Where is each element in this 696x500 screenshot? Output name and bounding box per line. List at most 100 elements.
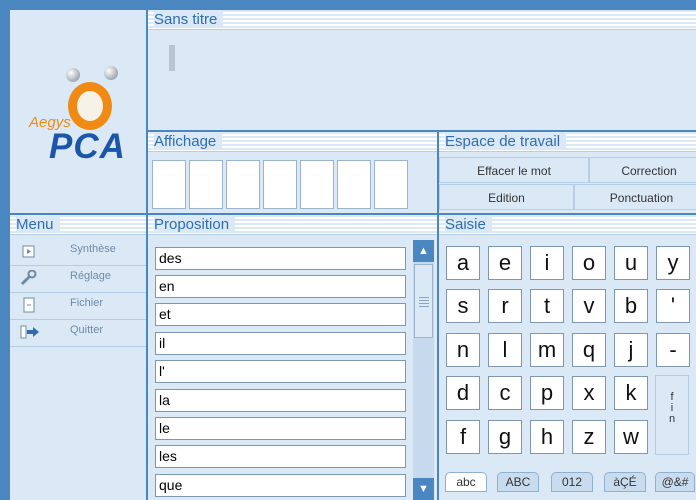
saisie-panel: Saisie a e i o u y s r t v b ' n l m q j… xyxy=(439,215,696,500)
scroll-grip-line xyxy=(419,297,429,298)
key-a[interactable]: a xyxy=(446,246,480,280)
scroll-grip-line xyxy=(419,306,429,307)
key-q[interactable]: q xyxy=(572,333,606,367)
proposition-word[interactable]: la xyxy=(155,389,406,412)
affichage-box xyxy=(189,160,223,209)
key-i[interactable]: i xyxy=(530,246,564,280)
proposition-word[interactable]: l' xyxy=(155,360,406,383)
key-t[interactable]: t xyxy=(530,289,564,323)
key-r[interactable]: r xyxy=(488,289,522,323)
key-n[interactable]: n xyxy=(446,333,480,367)
key-v[interactable]: v xyxy=(572,289,606,323)
scroll-grip-line xyxy=(419,303,429,304)
tab-accents[interactable]: àÇÉ xyxy=(604,472,646,492)
proposition-title-bar: Proposition xyxy=(148,215,437,235)
saisie-title-bar: Saisie xyxy=(439,215,696,235)
proposition-word[interactable]: des xyxy=(155,247,406,270)
espace-title: Espace de travail xyxy=(445,133,567,150)
proposition-word[interactable]: que xyxy=(155,474,406,497)
menu-item-synthese[interactable]: Synthèse xyxy=(10,239,146,266)
key-c[interactable]: c xyxy=(488,376,522,410)
menu-title: Menu xyxy=(16,216,60,233)
proposition-word[interactable]: le xyxy=(155,417,406,440)
document-panel[interactable]: Sans titre xyxy=(148,10,696,130)
logo-ball-right xyxy=(104,66,118,80)
fin-key-letter: n xyxy=(668,413,676,425)
document-title: Sans titre xyxy=(154,11,224,28)
proposition-title: Proposition xyxy=(154,216,236,233)
file-icon xyxy=(23,297,35,313)
key-s[interactable]: s xyxy=(446,289,480,323)
key-k[interactable]: k xyxy=(614,376,648,410)
affichage-box xyxy=(337,160,371,209)
key-l[interactable]: l xyxy=(488,333,522,367)
tab-symbols[interactable]: @&# xyxy=(655,472,695,492)
menu-item-label: Synthèse xyxy=(70,243,116,255)
proposition-word[interactable]: il xyxy=(155,332,406,355)
tab-ABC[interactable]: ABC xyxy=(497,472,539,492)
menu-item-label: Quitter xyxy=(70,324,104,336)
key-p[interactable]: p xyxy=(530,376,564,410)
key-hyphen[interactable]: - xyxy=(656,333,690,367)
menu-item-quitter[interactable]: Quitter xyxy=(10,320,146,347)
key-x[interactable]: x xyxy=(572,376,606,410)
correction-button[interactable]: Correction xyxy=(589,157,696,183)
menu-item-fichier[interactable]: Fichier xyxy=(10,293,146,320)
scroll-thumb[interactable] xyxy=(414,264,433,338)
tab-012[interactable]: 012 xyxy=(551,472,593,492)
affichage-box xyxy=(374,160,408,209)
proposition-word[interactable]: les xyxy=(155,445,406,468)
tab-abc[interactable]: abc xyxy=(445,472,487,492)
menu-item-reglage[interactable]: Réglage xyxy=(10,266,146,293)
proposition-panel: Proposition des en et il l' la le les qu… xyxy=(148,215,437,500)
affichage-box xyxy=(152,160,186,209)
key-o[interactable]: o xyxy=(572,246,606,280)
edition-button[interactable]: Edition xyxy=(439,184,574,210)
affichage-box xyxy=(226,160,260,209)
key-g[interactable]: g xyxy=(488,420,522,454)
proposition-word[interactable]: et xyxy=(155,303,406,326)
affichage-panel: Affichage xyxy=(148,132,437,213)
play-icon xyxy=(22,245,35,258)
logo-ball-left xyxy=(66,68,80,82)
ponctuation-button[interactable]: Ponctuation xyxy=(574,184,696,210)
logo-panel: Aegys PCA xyxy=(10,10,146,213)
scroll-down-button[interactable]: ▼ xyxy=(413,478,434,500)
espace-panel: Espace de travail Effacer le mot Correct… xyxy=(439,132,696,213)
affichage-boxes xyxy=(152,160,408,209)
key-y[interactable]: y xyxy=(656,246,690,280)
menu-item-label: Fichier xyxy=(70,297,104,309)
key-j[interactable]: j xyxy=(614,333,648,367)
key-m[interactable]: m xyxy=(530,333,564,367)
key-z[interactable]: z xyxy=(572,420,606,454)
document-title-bar: Sans titre xyxy=(148,10,696,30)
key-d[interactable]: d xyxy=(446,376,480,410)
espace-title-bar: Espace de travail xyxy=(439,132,696,152)
logo-product: PCA xyxy=(49,127,126,166)
affichage-box xyxy=(263,160,297,209)
fin-key[interactable]: fin xyxy=(655,375,689,455)
key-w[interactable]: w xyxy=(614,420,648,454)
affichage-title: Affichage xyxy=(154,133,223,150)
scroll-up-button[interactable]: ▲ xyxy=(413,240,434,262)
proposition-scrollbar[interactable]: ▲ ▼ xyxy=(413,240,434,500)
menu-title-bar: Menu xyxy=(10,215,146,235)
exit-arrow-icon xyxy=(20,325,39,339)
proposition-word[interactable]: en xyxy=(155,275,406,298)
key-b[interactable]: b xyxy=(614,289,648,323)
saisie-title: Saisie xyxy=(445,216,492,233)
effacer-le-mot-button[interactable]: Effacer le mot xyxy=(439,157,589,183)
menu-item-label: Réglage xyxy=(70,270,111,282)
key-e[interactable]: e xyxy=(488,246,522,280)
key-f[interactable]: f xyxy=(446,420,480,454)
key-u[interactable]: u xyxy=(614,246,648,280)
logo-ring xyxy=(68,82,112,130)
affichage-title-bar: Affichage xyxy=(148,132,437,152)
key-h[interactable]: h xyxy=(530,420,564,454)
menu-panel: Menu Synthèse Réglage Fichier Quitter xyxy=(10,215,146,500)
text-cursor xyxy=(169,45,175,71)
wrench-icon xyxy=(20,270,37,286)
scroll-grip-line xyxy=(419,300,429,301)
key-apostrophe[interactable]: ' xyxy=(656,289,690,323)
affichage-box xyxy=(300,160,334,209)
